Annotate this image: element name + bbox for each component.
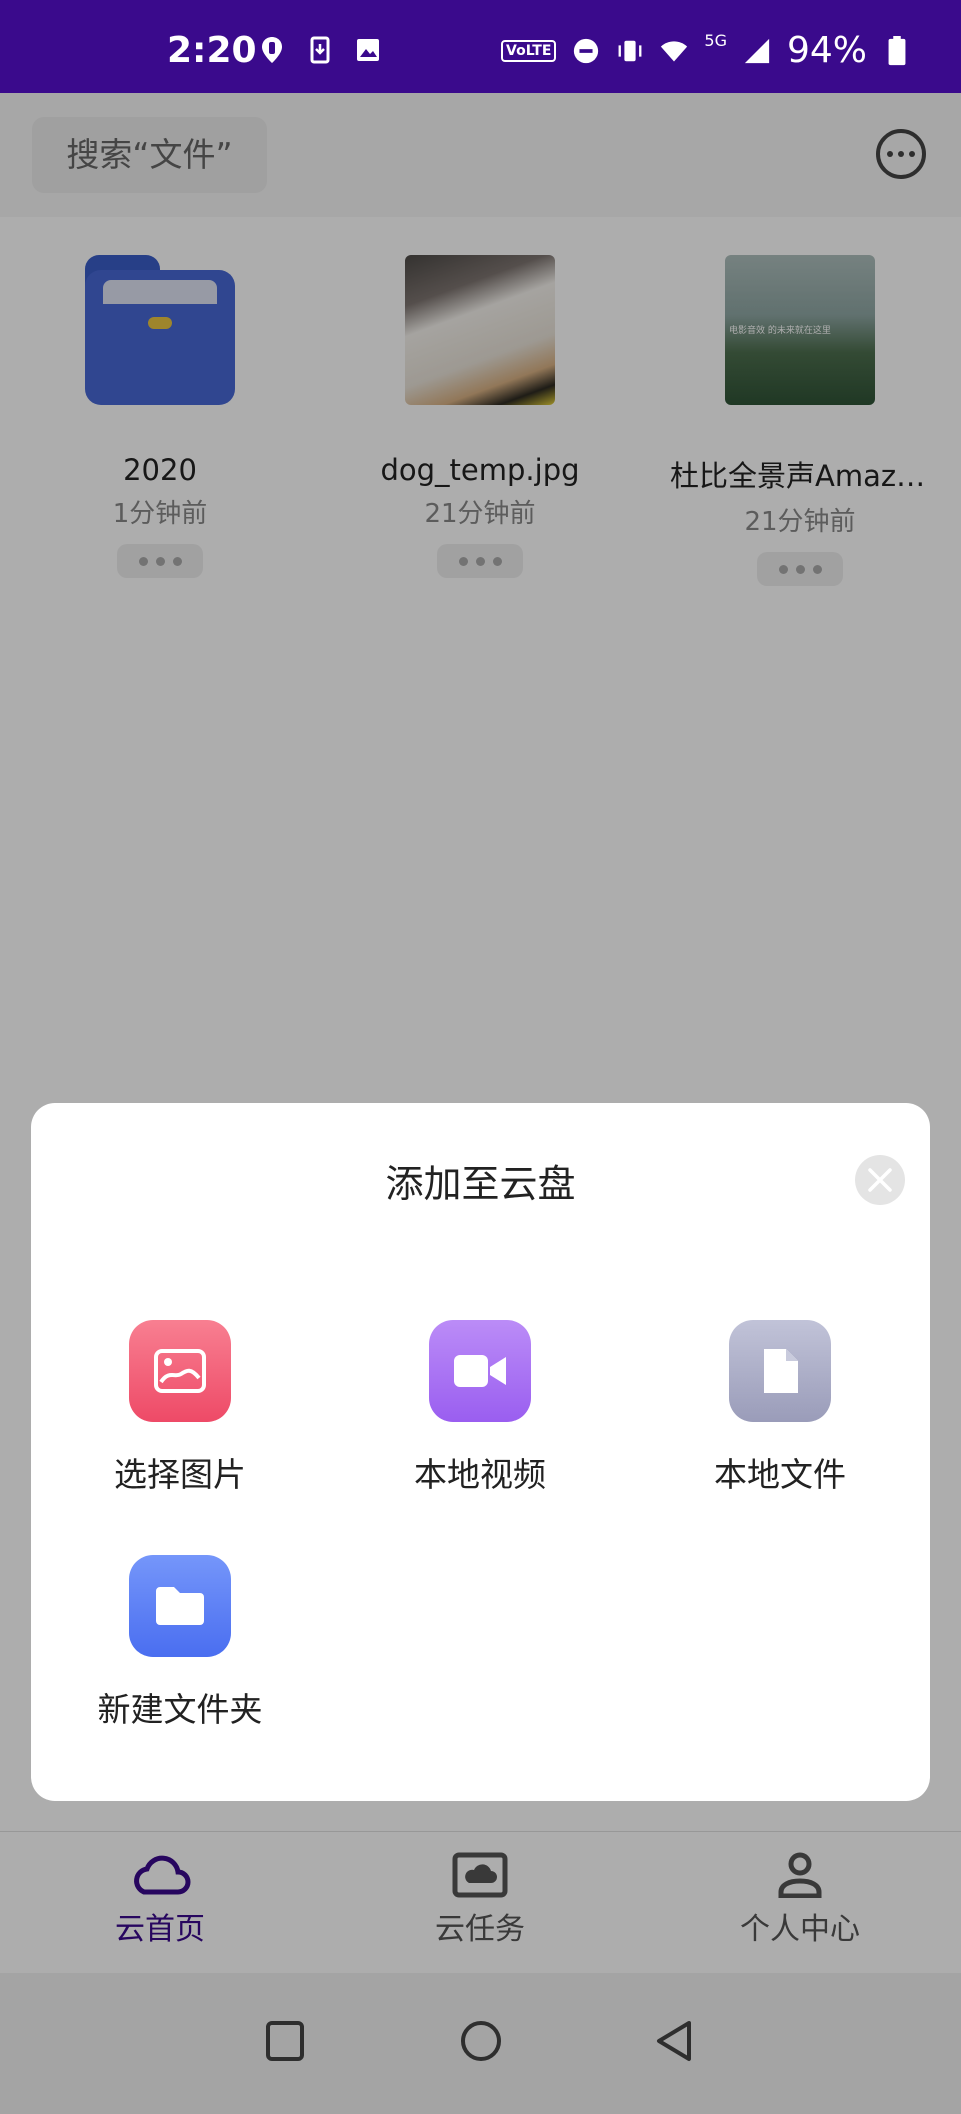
network-type: 5G — [704, 31, 727, 50]
new-folder-button[interactable]: 新建文件夹 — [65, 1555, 295, 1731]
location-icon — [262, 37, 282, 63]
status-bar: 2:20 VoLTE 5G 94% — [0, 0, 961, 93]
select-image-button[interactable]: 选择图片 — [65, 1320, 295, 1496]
folder-icon — [129, 1555, 231, 1657]
signal-icon — [744, 38, 770, 63]
vibrate-icon — [618, 40, 642, 61]
video-icon — [429, 1320, 531, 1422]
volte-icon: VoLTE — [501, 39, 557, 62]
image-icon — [129, 1320, 231, 1422]
battery-icon — [888, 35, 906, 65]
local-file-button[interactable]: 本地文件 — [665, 1320, 895, 1496]
dialog-title: 添加至云盘 — [385, 1162, 576, 1206]
close-icon — [868, 1168, 892, 1192]
action-label: 本地文件 — [714, 1455, 846, 1494]
local-video-button[interactable]: 本地视频 — [365, 1320, 595, 1496]
battery-percent: 94% — [786, 30, 867, 71]
do-not-disturb-icon — [574, 38, 599, 63]
wifi-icon — [661, 40, 688, 61]
file-icon — [729, 1320, 831, 1422]
action-label: 本地视频 — [414, 1455, 546, 1494]
action-label: 选择图片 — [114, 1455, 246, 1494]
phone-download-icon — [310, 36, 330, 64]
add-to-cloud-dialog: 添加至云盘 选择图片 本地视频 本地文件 新建文件夹 — [31, 1103, 930, 1801]
close-button[interactable] — [855, 1155, 905, 1205]
gallery-icon — [357, 39, 379, 61]
status-time: 2:20 — [167, 30, 257, 71]
action-label: 新建文件夹 — [97, 1690, 263, 1729]
